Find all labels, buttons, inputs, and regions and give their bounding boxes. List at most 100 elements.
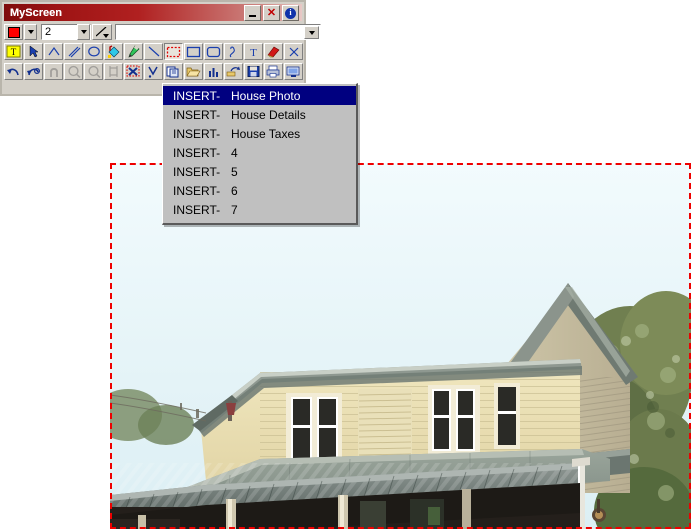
menu-item-key: INSERT-: [173, 202, 221, 217]
v-menu-icon: [148, 66, 158, 78]
line-width-dropdown-button[interactable]: [77, 24, 90, 40]
angle-line-tool[interactable]: [44, 43, 63, 60]
link-arrow-icon: [226, 66, 240, 77]
chart-button[interactable]: [204, 63, 223, 80]
copy-icon: [166, 66, 179, 78]
undo-button[interactable]: [4, 63, 23, 80]
menu-item-label: House Details: [231, 107, 306, 122]
link-button[interactable]: [224, 63, 243, 80]
menu-item-house-details[interactable]: INSERT- House Details: [163, 105, 356, 124]
zoom-in-button[interactable]: [64, 63, 83, 80]
insert-menu-button[interactable]: [144, 63, 163, 80]
redo-button[interactable]: [24, 63, 43, 80]
arrow-cursor-icon: [29, 45, 39, 58]
window-controls: ✕ i: [244, 5, 299, 21]
x-mark-icon: [289, 47, 298, 56]
ellipse-tool[interactable]: [84, 43, 103, 60]
title-bar[interactable]: MyScreen ✕ i: [4, 4, 302, 21]
app-window: MyScreen ✕ i 2 T T: [0, 0, 321, 96]
menu-item-label: House Taxes: [231, 126, 301, 141]
line-width-combo[interactable]: 2: [41, 24, 91, 40]
line-tool[interactable]: [144, 43, 163, 60]
menu-item-label: House Photo: [231, 88, 301, 103]
folder-button[interactable]: [184, 63, 203, 80]
text-t-icon: T: [250, 47, 257, 58]
screen-button[interactable]: [284, 63, 303, 80]
redo-arrow-icon: [27, 67, 41, 76]
magnifier-minus-icon: [87, 65, 101, 78]
menu-item-key: INSERT-: [173, 164, 221, 179]
zoom-out-button[interactable]: [84, 63, 103, 80]
menu-item-label: 6: [231, 183, 238, 198]
line-width-value: 2: [45, 26, 52, 38]
menu-item-label: 7: [231, 202, 238, 217]
insert-context-menu[interactable]: INSERT- House Photo INSERT- House Detail…: [162, 83, 358, 225]
text-tool[interactable]: T: [244, 43, 263, 60]
close-button[interactable]: ✕: [263, 5, 280, 21]
menu-item-label: 5: [231, 164, 238, 179]
copy-button[interactable]: [164, 63, 183, 80]
delete-tool[interactable]: [284, 43, 303, 60]
red-x-dotted-icon: [126, 65, 140, 77]
menu-item-house-photo[interactable]: INSERT- House Photo: [163, 86, 356, 105]
chevron-down-icon: [308, 30, 315, 35]
print-button[interactable]: [264, 63, 283, 80]
fill-tool[interactable]: [104, 43, 123, 60]
svg-text:T: T: [11, 47, 17, 57]
paint-bucket-icon: [108, 45, 120, 58]
eyedropper-tool[interactable]: [124, 43, 143, 60]
menu-item-4[interactable]: INSERT- 4: [163, 143, 356, 162]
eraser-tool[interactable]: [264, 43, 283, 60]
menu-item-7[interactable]: INSERT- 7: [163, 200, 356, 219]
color-dropdown-button[interactable]: [24, 24, 37, 40]
magnet-button[interactable]: [44, 63, 63, 80]
menu-item-house-taxes[interactable]: INSERT- House Taxes: [163, 124, 356, 143]
crop-button[interactable]: [104, 63, 123, 80]
chevron-down-icon: [103, 34, 109, 38]
line-style-button[interactable]: [92, 24, 112, 40]
menu-item-label: 4: [231, 145, 238, 160]
menu-item-5[interactable]: INSERT- 5: [163, 162, 356, 181]
close-icon: ✕: [266, 7, 277, 19]
printer-icon: [266, 65, 280, 78]
minimize-button[interactable]: [244, 5, 261, 21]
menu-item-key: INSERT-: [173, 107, 221, 122]
text-yellow-icon: T: [6, 45, 21, 58]
select-rectangle-tool[interactable]: [164, 43, 183, 60]
insert-menu-list: INSERT- House Photo INSERT- House Detail…: [163, 84, 356, 219]
color-swatch-icon: [7, 26, 20, 38]
menu-item-key: INSERT-: [173, 88, 221, 103]
svg-text:T: T: [250, 47, 257, 58]
save-button[interactable]: [244, 63, 263, 80]
actions-toolbar: [4, 62, 304, 81]
menu-item-key: INSERT-: [173, 183, 221, 198]
text-value-combo[interactable]: [115, 24, 321, 40]
text-combo-dropdown-button[interactable]: [304, 26, 319, 39]
magnifier-plus-icon: [67, 65, 81, 78]
undo-arrow-icon: [7, 68, 19, 76]
parallel-lines-tool[interactable]: [64, 43, 83, 60]
eraser-icon: [267, 46, 280, 58]
info-icon: i: [285, 7, 296, 19]
bar-chart-icon: [209, 68, 218, 77]
info-button[interactable]: i: [282, 5, 299, 21]
color-picker-button[interactable]: [4, 24, 23, 40]
crop-icon: [109, 66, 118, 77]
caret-line-icon: [48, 46, 59, 56]
freehand-tool[interactable]: [224, 43, 243, 60]
drawing-tools-toolbar: T T: [4, 42, 304, 61]
ellipse-icon: [87, 46, 100, 57]
folder-open-icon: [186, 67, 201, 77]
pencil-pen-icon: [128, 45, 140, 58]
text-highlight-tool[interactable]: T: [4, 43, 23, 60]
square-icon: [186, 46, 201, 57]
curve-icon: [229, 46, 235, 58]
menu-item-6[interactable]: INSERT- 6: [163, 181, 356, 200]
chevron-down-icon: [27, 30, 34, 34]
clear-selection-button[interactable]: [124, 63, 143, 80]
rounded-rectangle-tool[interactable]: [204, 43, 223, 60]
rectangle-tool[interactable]: [184, 43, 203, 60]
chevron-down-icon: [80, 30, 87, 34]
pointer-tool[interactable]: [24, 43, 43, 60]
double-line-icon: [68, 46, 80, 58]
